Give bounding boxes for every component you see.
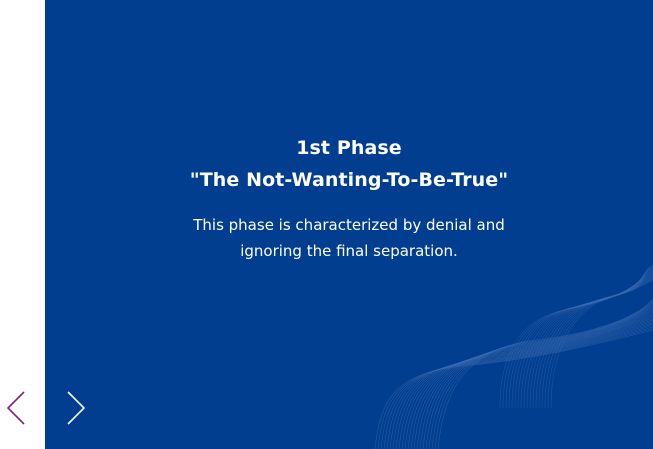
wave-line: [425, 304, 653, 449]
slide-description: This phase is characterized by denial an…: [193, 216, 505, 260]
wave-line: [389, 322, 653, 449]
previous-slide-button[interactable]: [4, 388, 28, 428]
chevron-left-icon: [6, 391, 25, 425]
wave-line: [502, 278, 653, 409]
wave-line: [550, 264, 653, 409]
wave-line: [526, 271, 653, 409]
wave-line: [383, 325, 653, 449]
wave-line: [538, 268, 653, 409]
wave-line: [529, 270, 653, 409]
wave-line: [532, 269, 653, 409]
wave-line: [517, 274, 653, 409]
wave-line: [523, 272, 653, 409]
wave-line: [392, 320, 653, 449]
wave-line: [499, 279, 653, 409]
wave-line: [428, 302, 653, 449]
wave-line: [422, 305, 653, 449]
wave-line: [437, 298, 653, 449]
wave-line: [404, 314, 653, 449]
wave-line: [407, 313, 653, 449]
wave-line: [419, 307, 653, 449]
wave-line: [380, 326, 653, 449]
wave-line: [541, 267, 653, 409]
slide-content: 1st Phase "The Not-Wanting-To-Be-True" T…: [45, 132, 653, 264]
slide-title: 1st Phase: [296, 137, 402, 159]
wave-line: [547, 265, 653, 409]
wave-line: [434, 299, 653, 449]
wave-line: [544, 266, 653, 409]
chevron-right-icon: [67, 391, 86, 425]
wave-line: [505, 277, 653, 409]
wave-line: [386, 323, 653, 449]
wave-line: [431, 301, 653, 449]
wave-line: [410, 311, 653, 449]
wave-line: [395, 319, 653, 449]
slide-viewer: 1st Phase "The Not-Wanting-To-Be-True" T…: [0, 0, 653, 449]
slide-subtitle: "The Not-Wanting-To-Be-True": [189, 169, 509, 191]
wave-line: [398, 317, 653, 449]
wave-line: [413, 310, 653, 449]
wave-line: [511, 276, 653, 409]
wave-line: [416, 308, 653, 449]
wave-line: [520, 273, 653, 409]
wave-line: [535, 268, 653, 409]
wave-line: [514, 275, 653, 409]
wave-line: [377, 328, 653, 449]
next-slide-button[interactable]: [64, 388, 88, 428]
wave-line: [374, 329, 653, 449]
wave-line: [508, 277, 653, 409]
wave-line: [401, 316, 653, 449]
slide-panel: 1st Phase "The Not-Wanting-To-Be-True" T…: [45, 0, 653, 449]
